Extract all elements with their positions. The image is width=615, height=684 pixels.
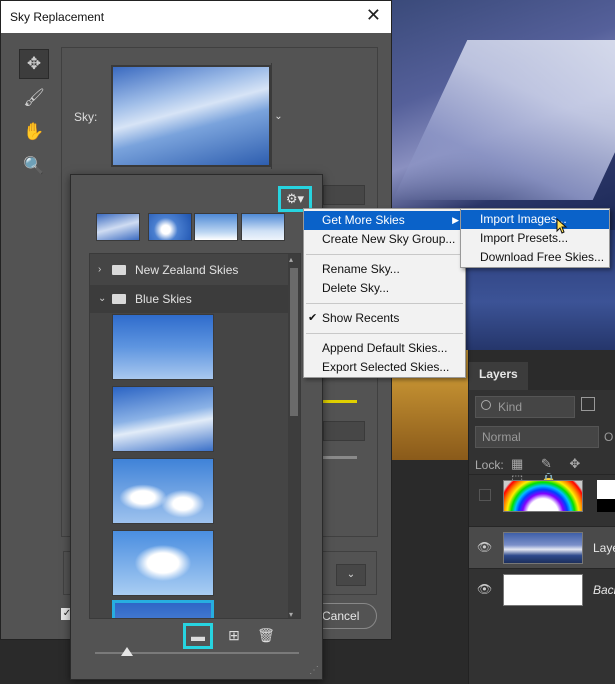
blend-mode-value: Normal: [482, 430, 521, 444]
menu-item-export-selected-skies[interactable]: Export Selected Skies...: [304, 358, 465, 377]
chevron-down-icon[interactable]: ▾: [289, 610, 293, 618]
submenu-item-label: Import Images...: [480, 212, 567, 226]
sky-label: Sky:: [74, 110, 98, 124]
menu-item-rename-sky[interactable]: Rename Sky...: [304, 260, 465, 279]
folder-icon: [112, 265, 126, 275]
new-group-folder-icon[interactable]: ▬: [183, 623, 213, 649]
eye-icon[interactable]: 👁: [477, 540, 492, 554]
resize-grip-icon[interactable]: ⋰: [309, 665, 319, 676]
chevron-down-icon[interactable]: ⌄: [271, 63, 285, 169]
visibility-toggle[interactable]: [479, 489, 491, 501]
menu-item-label: Rename Sky...: [322, 262, 400, 276]
filter-icons: [581, 397, 601, 414]
layer-filter-kind[interactable]: Kind: [475, 396, 575, 418]
checkmark-icon: ✔: [308, 312, 318, 324]
mouse-cursor-icon: [556, 218, 568, 234]
lock-label: Lock:: [475, 458, 504, 472]
dialog-titlebar: Sky Replacement ✕: [1, 1, 391, 33]
menu-item-label: Append Default Skies...: [322, 341, 448, 355]
layer-name: Laye: [593, 541, 615, 555]
layer-name: Back: [593, 583, 615, 597]
chevron-down-icon[interactable]: ⌄: [336, 564, 366, 586]
trash-icon[interactable]: 🗑: [251, 623, 281, 649]
submenu-item-import-presets[interactable]: Import Presets...: [461, 229, 609, 248]
eye-icon[interactable]: 👁: [477, 582, 492, 596]
layer-thumbnail: [503, 532, 583, 564]
kind-label: Kind: [498, 400, 523, 414]
sky-thumbnail[interactable]: [112, 458, 214, 524]
recent-sky-thumb[interactable]: [148, 213, 192, 241]
gear-context-menu: Get More Skies ▶ Create New Sky Group...…: [303, 208, 466, 378]
zoom-tool-icon[interactable]: 🔍: [19, 151, 49, 181]
submenu-item-import-images[interactable]: Import Images...: [461, 210, 609, 229]
sky-picker-popup: ⚙▾ › New Zealand Skies ⌄ Blue Skies ▴ ▾ …: [70, 174, 323, 680]
menu-separator: [306, 303, 463, 304]
sky-group-new-zealand[interactable]: › New Zealand Skies: [90, 256, 290, 284]
scrollbar-thumb[interactable]: [290, 268, 298, 416]
sky-group-name: New Zealand Skies: [135, 263, 239, 277]
sky-thumbnail[interactable]: [112, 314, 214, 380]
submenu-arrow-icon: ▶: [452, 215, 459, 225]
sky-brush-tool-icon[interactable]: 🖌: [19, 83, 49, 113]
menu-item-label: Show Recents: [322, 311, 400, 325]
menu-item-label: Delete Sky...: [322, 281, 390, 295]
submenu-item-download-free-skies[interactable]: Download Free Skies...: [461, 248, 609, 267]
layers-panel: Layers Kind Normal O Lock: ▦ ✎ ✥ ⬚ 🔒 👁 L…: [468, 350, 615, 684]
recent-sky-thumb[interactable]: [194, 213, 238, 241]
sky-group-blue-skies[interactable]: ⌄ Blue Skies: [90, 285, 290, 313]
layer-row[interactable]: 👁 Laye: [469, 526, 615, 568]
menu-item-show-recents[interactable]: ✔ Show Recents: [304, 309, 465, 328]
value-field[interactable]: [323, 421, 365, 441]
submenu-item-label: Import Presets...: [480, 231, 569, 245]
recent-sky-thumb[interactable]: [241, 213, 285, 241]
layer-thumbnail: [503, 574, 583, 606]
slider-track[interactable]: [323, 400, 357, 403]
chevron-up-icon[interactable]: ▴: [289, 255, 293, 264]
sky-thumbnail-selected[interactable]: [112, 600, 214, 618]
dialog-title: Sky Replacement: [10, 10, 105, 24]
layer-row[interactable]: 👁 Back: [469, 568, 615, 610]
tool-column: ✥ 🖌 ✋ 🔍: [19, 49, 51, 185]
menu-item-delete-sky[interactable]: Delete Sky...: [304, 279, 465, 298]
opacity-label: O: [604, 430, 614, 444]
menu-item-label: Get More Skies: [322, 213, 405, 227]
blend-mode-select[interactable]: Normal: [475, 426, 599, 448]
slider-knob[interactable]: [121, 647, 133, 656]
chevron-down-icon: ⌄: [98, 293, 107, 304]
submenu-item-label: Download Free Skies...: [480, 250, 605, 264]
sky-group-name: Blue Skies: [135, 292, 192, 306]
layer-row[interactable]: [469, 474, 615, 516]
value-field[interactable]: [323, 185, 365, 205]
layers-tabbar: Layers: [469, 350, 615, 390]
add-sky-icon[interactable]: ⊞: [219, 623, 249, 649]
folder-icon: [112, 294, 126, 304]
layer-mask-thumbnail: [597, 480, 615, 512]
menu-separator: [306, 254, 463, 255]
tab-layers[interactable]: Layers: [469, 362, 528, 390]
image-filter-icon[interactable]: [581, 397, 595, 411]
close-icon[interactable]: ✕: [366, 5, 381, 26]
menu-item-get-more-skies[interactable]: Get More Skies ▶: [304, 211, 465, 230]
mountain-snow: [392, 40, 615, 200]
search-icon: [481, 400, 491, 410]
menu-item-label: Create New Sky Group...: [322, 232, 456, 246]
sky-thumbnail[interactable]: [112, 386, 214, 452]
menu-item-label: Export Selected Skies...: [322, 360, 450, 374]
sky-thumbnail[interactable]: [112, 530, 214, 596]
move-tool-icon[interactable]: ✥: [19, 49, 49, 79]
sky-list-scrollbar[interactable]: ▴ ▾: [288, 254, 300, 618]
slider-track[interactable]: [323, 456, 357, 459]
menu-item-create-new-sky-group[interactable]: Create New Sky Group...: [304, 230, 465, 249]
recent-sky-thumb[interactable]: [96, 213, 140, 241]
hand-tool-icon[interactable]: ✋: [19, 117, 49, 147]
get-more-skies-submenu: Import Images... Import Presets... Downl…: [460, 208, 610, 268]
sky-preview[interactable]: [111, 65, 271, 167]
menu-separator: [306, 333, 463, 334]
layer-thumbnail: [503, 480, 583, 512]
menu-item-append-default-skies[interactable]: Append Default Skies...: [304, 339, 465, 358]
chevron-right-icon: ›: [98, 264, 102, 275]
sky-list: › New Zealand Skies ⌄ Blue Skies ▴ ▾: [89, 253, 301, 619]
